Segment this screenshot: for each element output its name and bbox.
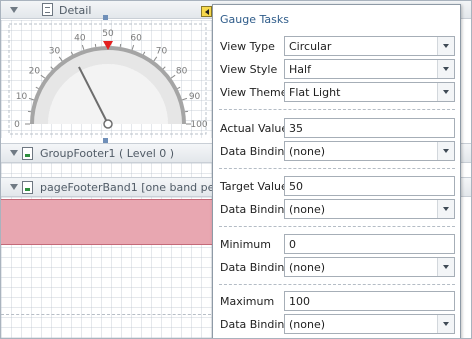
chevron-down-icon[interactable] — [437, 60, 454, 78]
section-divider — [219, 284, 455, 285]
gauge-tasks-title: Gauge Tasks — [220, 13, 289, 26]
target-value-text: 50 — [289, 180, 303, 193]
detail-band-label: Detail — [59, 4, 92, 17]
chevron-down-icon[interactable] — [437, 142, 454, 160]
gauge-major-tick — [58, 56, 63, 62]
target-value-binding-label: Data Binding — [220, 203, 292, 216]
gauge-major-tick — [28, 97, 34, 101]
chevron-down-icon[interactable] — [437, 37, 454, 55]
smart-tag-icon[interactable] — [201, 6, 212, 17]
view-type-label: View Type — [220, 40, 275, 53]
actual-value-text: 35 — [289, 122, 303, 135]
gauge-minor-tick — [142, 51, 146, 55]
chevron-down-icon[interactable] — [437, 258, 454, 276]
chevron-down-icon[interactable] — [437, 200, 454, 218]
view-theme-label: View Theme — [220, 86, 288, 99]
section-divider — [219, 109, 455, 110]
view-type-value: Circular — [289, 40, 332, 53]
gauge-minor-tick — [177, 86, 181, 90]
maximum-label: Maximum — [220, 295, 275, 308]
page-footer-band-label: pageFooterBand1 [one band per pa — [40, 181, 237, 194]
view-type-dropdown[interactable]: Circular — [284, 36, 455, 56]
gauge-tick-label: 50 — [102, 29, 114, 39]
minimum-input[interactable]: 0 — [284, 234, 455, 254]
maximum-input[interactable]: 100 — [284, 291, 455, 311]
actual-value-binding-label: Data Binding — [220, 145, 292, 158]
gauge-tick-label: 70 — [156, 46, 168, 56]
maximum-binding-value: (none) — [289, 318, 326, 331]
minimum-label: Minimum — [220, 238, 271, 251]
page-footer-band-icon — [22, 181, 33, 194]
gauge-tick-label: 40 — [74, 33, 86, 43]
actual-value-binding-value: (none) — [289, 145, 326, 158]
chevron-down-icon[interactable] — [437, 83, 454, 101]
minimum-binding-label: Data Binding — [220, 261, 292, 274]
maximum-binding-label: Data Binding — [220, 318, 292, 331]
detail-band-body[interactable]: 0 10 20 30 40 50 60 70 80 90 100 — [1, 20, 212, 138]
gauge-minor-tick — [50, 66, 54, 70]
gauge-tick-label: 80 — [176, 67, 188, 77]
gauge-tick-label: 90 — [189, 92, 201, 102]
actual-value-label: Actual Value — [220, 122, 289, 135]
section-divider — [219, 226, 455, 227]
gauge-tasks-panel: Gauge Tasks View Type Circular View Styl… — [212, 4, 461, 338]
gauge-major-tick — [40, 74, 46, 79]
gauge-tick-label: 60 — [130, 33, 142, 43]
group-footer-band-label: GroupFooter1 ( Level 0 ) — [40, 147, 175, 160]
maximum-text: 100 — [289, 295, 310, 308]
gauge-tick-label: 10 — [16, 92, 28, 102]
section-divider — [219, 168, 455, 169]
selected-region[interactable] — [1, 199, 212, 245]
group-footer-band-icon — [22, 147, 33, 160]
target-value-binding-dropdown[interactable]: (none) — [284, 199, 455, 219]
gauge-major-tick — [131, 44, 135, 50]
gauge-needle-cap — [103, 119, 113, 129]
minimum-binding-value: (none) — [289, 261, 326, 274]
gauge-major-tick — [170, 74, 176, 79]
gauge-tick-label: 100 — [190, 120, 207, 130]
chevron-down-icon[interactable] — [437, 315, 454, 333]
gauge-tick-label: 0 — [14, 120, 20, 130]
gauge-minor-tick — [35, 86, 39, 90]
gauge-major-tick — [81, 44, 85, 50]
view-style-value: Half — [289, 63, 311, 76]
target-value-binding-value: (none) — [289, 203, 326, 216]
view-style-label: View Style — [220, 63, 278, 76]
target-value-input[interactable]: 50 — [284, 176, 455, 196]
view-theme-dropdown[interactable]: Flat Light — [284, 82, 455, 102]
actual-value-binding-dropdown[interactable]: (none) — [284, 141, 455, 161]
gauge-control[interactable]: 0 10 20 30 40 50 60 70 80 90 100 — [1, 20, 212, 138]
gauge-minor-tick — [70, 51, 74, 55]
actual-value-input[interactable]: 35 — [284, 118, 455, 138]
collapse-arrow-icon[interactable] — [10, 184, 18, 190]
gauge-major-tick — [153, 56, 158, 62]
group-footer-band-body[interactable] — [1, 163, 212, 177]
target-value-label: Target Value — [220, 180, 288, 193]
gauge-minor-tick — [162, 66, 166, 70]
gauge-tick-label: 20 — [29, 67, 41, 77]
view-theme-value: Flat Light — [289, 86, 341, 99]
gauge-tick-label: 30 — [49, 46, 61, 56]
view-style-dropdown[interactable]: Half — [284, 59, 455, 79]
minimum-text: 0 — [289, 238, 296, 251]
minimum-binding-dropdown[interactable]: (none) — [284, 257, 455, 277]
collapse-arrow-icon[interactable] — [10, 7, 18, 13]
page-margin-line — [1, 314, 211, 315]
maximum-binding-dropdown[interactable]: (none) — [284, 314, 455, 334]
collapse-arrow-icon[interactable] — [10, 150, 18, 156]
detail-band-icon — [42, 3, 53, 16]
page-footer-band-body[interactable] — [1, 197, 212, 338]
gauge-major-tick — [182, 97, 188, 101]
